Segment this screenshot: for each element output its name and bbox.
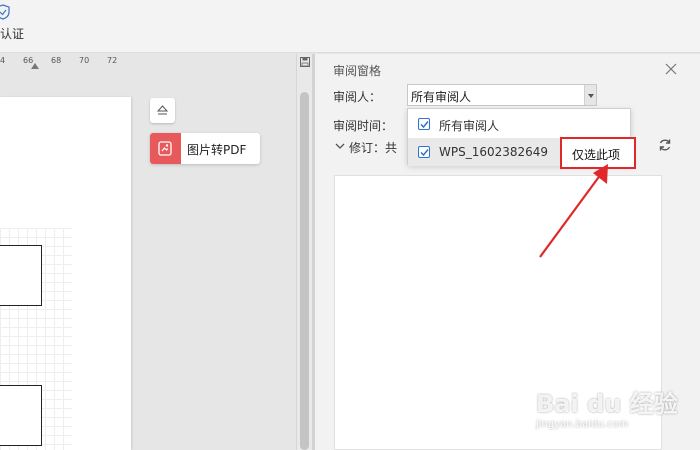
reviewer-select[interactable]: 所有审阅人 [407,84,597,106]
image-to-pdf-label: 图片转PDF [187,143,247,157]
checkbox[interactable] [418,146,430,158]
ribbon-toolbar: 认证 [0,0,700,53]
refresh-icon[interactable] [658,138,672,152]
watermark-logo: Bai du 经验 [536,390,678,418]
watermark-url: jingyan.baidu.com [536,419,629,430]
chevron-down-icon[interactable] [335,142,345,150]
dropdown-option-all-reviewers[interactable]: 所有审阅人 [408,110,630,138]
watermark: Bai du 经验 jingyan.baidu.com [534,372,684,442]
dropdown-option-label: WPS_1602382649 [439,145,549,159]
ruler-tick: 72 [107,56,118,65]
diagram-shape[interactable] [0,385,42,446]
shield-icon [0,4,10,20]
checkbox[interactable] [418,118,430,130]
save-icon[interactable] [300,57,310,67]
horizontal-ruler: 4 66 68 70 72 [0,54,140,70]
vertical-scrollbar[interactable] [296,54,312,450]
collapse-button[interactable] [150,98,175,123]
ruler-tick: 70 [79,56,90,65]
diagram-shape[interactable] [0,245,42,306]
image-pdf-icon [150,133,181,164]
reviewer-select-value: 所有审阅人 [411,90,472,104]
scrollbar-thumb[interactable] [300,92,309,450]
ruler-tick: 4 [0,56,6,65]
review-time-label: 审阅时间： [333,119,394,133]
indent-marker-icon[interactable] [31,63,39,69]
image-to-pdf-button[interactable]: 图片转PDF [150,133,260,164]
auth-button[interactable]: 认证 [0,25,24,42]
dropdown-arrow-icon[interactable] [584,85,596,105]
eject-icon [156,105,169,115]
revision-count-label: 修订：共 [349,141,398,155]
close-icon[interactable] [665,63,677,75]
ruler-tick: 68 [51,56,62,65]
pane-title: 审阅窗格 [333,64,382,78]
reviewer-label: 审阅人： [333,90,382,104]
dropdown-option-label: 所有审阅人 [439,119,500,133]
arrow-annotation-icon [539,164,608,258]
